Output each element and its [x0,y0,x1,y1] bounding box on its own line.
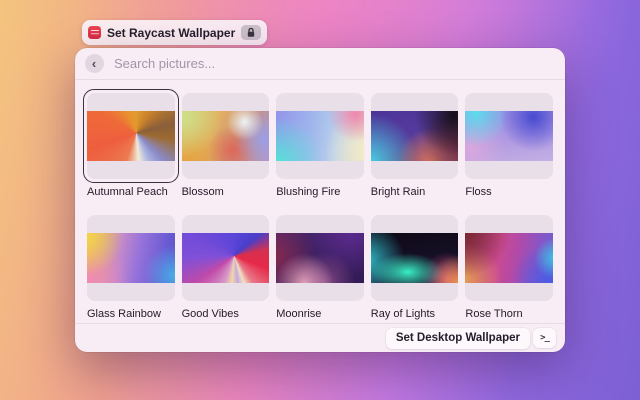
wallpaper-item[interactable]: Good Vibes [182,215,270,324]
wallpaper-tile [87,93,175,179]
wallpaper-thumbnail [465,111,553,161]
wallpaper-name: Good Vibes [182,308,270,320]
lock-badge [241,25,261,40]
wallpaper-name: Glass Rainbow [87,308,175,320]
desktop-background: Set Raycast Wallpaper ‹ Autumnal Peach B… [0,0,640,400]
wallpaper-item[interactable]: Floss [465,93,553,202]
lock-icon [246,27,256,38]
wallpaper-tile [276,215,364,301]
wallpaper-name: Floss [465,186,553,198]
wallpaper-item[interactable]: Moonrise [276,215,364,324]
wallpaper-name: Autumnal Peach [87,186,175,198]
wallpaper-tile [465,215,553,301]
wallpaper-name: Rose Thorn [465,308,553,320]
wallpaper-tile [276,93,364,179]
wallpaper-item[interactable]: Autumnal Peach [87,93,175,202]
search-input[interactable] [114,56,555,71]
wallpaper-name: Ray of Lights [371,308,459,320]
wallpaper-tile [87,215,175,301]
terminal-key-icon[interactable]: >_ [533,328,556,348]
wallpaper-name: Bright Rain [371,186,459,198]
set-desktop-wallpaper-button[interactable]: Set Desktop Wallpaper [386,328,530,349]
wallpaper-tile [371,215,459,301]
raycast-wallpaper-icon [88,26,101,39]
back-button[interactable]: ‹ [85,54,104,73]
wallpaper-thumbnail [182,111,270,161]
chevron-left-icon: ‹ [92,57,96,70]
wallpaper-name: Blushing Fire [276,186,364,198]
action-bar: Set Desktop Wallpaper >_ [75,323,565,352]
wallpaper-thumbnail [371,233,459,283]
raycast-window: ‹ Autumnal Peach Blossom Blushing Fire B… [75,48,565,352]
wallpaper-thumbnail [276,111,364,161]
wallpaper-item[interactable]: Blossom [182,93,270,202]
wallpaper-item[interactable]: Glass Rainbow [87,215,175,324]
wallpaper-thumbnail [276,233,364,283]
wallpaper-thumbnail [465,233,553,283]
extension-badge: Set Raycast Wallpaper [82,20,267,45]
wallpaper-name: Moonrise [276,308,364,320]
wallpaper-thumbnail [371,111,459,161]
wallpaper-item[interactable]: Bright Rain [371,93,459,202]
wallpaper-tile [182,93,270,179]
wallpaper-tile [465,93,553,179]
search-bar: ‹ [75,48,565,79]
extension-badge-label: Set Raycast Wallpaper [107,26,235,40]
wallpaper-tile [371,93,459,179]
wallpaper-tile [182,215,270,301]
wallpaper-item[interactable]: Blushing Fire [276,93,364,202]
wallpaper-thumbnail [87,233,175,283]
wallpaper-item[interactable]: Ray of Lights [371,215,459,324]
wallpaper-thumbnail [182,233,270,283]
wallpaper-name: Blossom [182,186,270,198]
wallpaper-grid: Autumnal Peach Blossom Blushing Fire Bri… [75,80,565,323]
wallpaper-item[interactable]: Rose Thorn [465,215,553,324]
wallpaper-thumbnail [87,111,175,161]
